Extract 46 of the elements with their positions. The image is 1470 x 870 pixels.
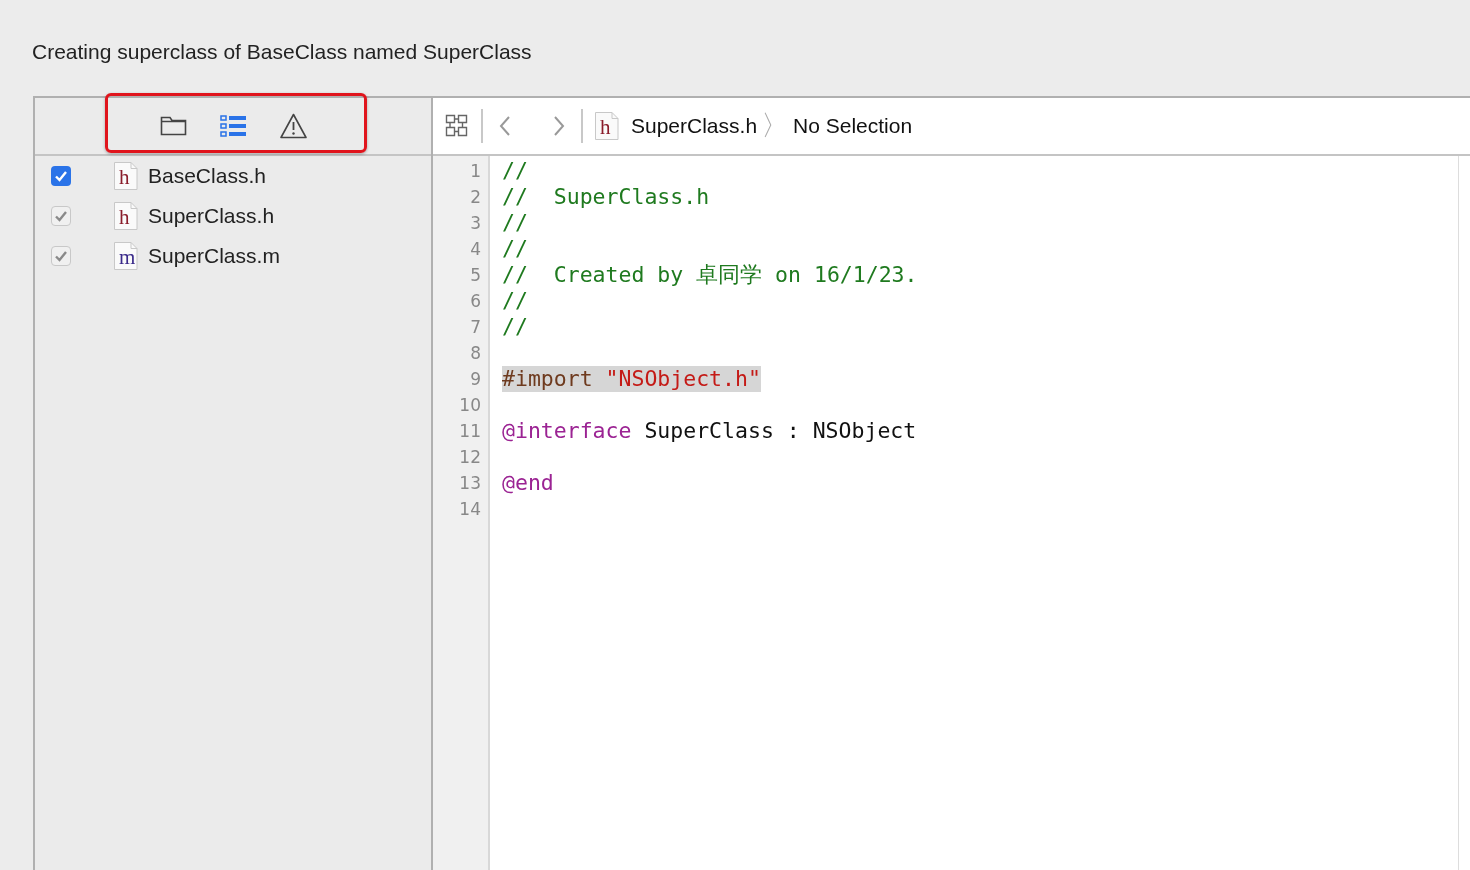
code-token: "NSObject.h": [605, 366, 761, 392]
line-number: 11: [458, 420, 482, 443]
line-number: 1: [469, 160, 482, 183]
checkbox[interactable]: [51, 166, 71, 186]
file-type-icon: h: [595, 112, 619, 140]
line-number: 13: [458, 472, 482, 495]
line-number: 10: [458, 394, 482, 417]
code-token: #import: [502, 366, 594, 392]
file-type-icon: h: [114, 162, 138, 190]
file-type-icon: m: [114, 242, 138, 270]
code-token: SuperClass : NSObject: [643, 418, 917, 444]
checkmark-icon: [54, 250, 68, 262]
line-number: 9: [469, 368, 482, 391]
code-token: // SuperClass.h: [502, 184, 710, 210]
line-number: 4: [469, 238, 482, 261]
code-token: //: [502, 288, 528, 314]
related-items-icon[interactable]: [445, 114, 469, 138]
file-type-icon: h: [114, 202, 138, 230]
code-token: //: [502, 236, 528, 262]
breadcrumb-separator: 〉: [761, 112, 790, 140]
line-number: 2: [469, 186, 482, 209]
file-name: SuperClass.h: [148, 204, 275, 228]
chevron-right-icon: [553, 115, 565, 137]
checkmark-icon: [54, 170, 68, 182]
window-title: Creating superclass of BaseClass named SuperClass: [32, 39, 532, 65]
code-token: //: [502, 158, 528, 184]
breadcrumb-symbol[interactable]: No Selection: [793, 114, 913, 138]
line-number: 14: [458, 498, 482, 521]
code-token: @interface: [502, 418, 632, 444]
code-token: //: [502, 314, 528, 340]
code-token: //: [502, 210, 528, 236]
line-number: 3: [469, 212, 482, 235]
checkmark-icon: [54, 210, 68, 222]
file-name: SuperClass.m: [148, 244, 280, 268]
warning-icon: [279, 113, 307, 139]
line-number: 8: [469, 342, 482, 365]
code-token: @end: [502, 470, 554, 496]
line-number: 5: [469, 264, 482, 287]
file-name: BaseClass.h: [148, 164, 266, 188]
chevron-left-icon: [499, 115, 511, 137]
line-number: 12: [458, 446, 482, 469]
list-icon: [219, 113, 247, 139]
code-token: // Created by 卓同学 on 16/1/23.: [502, 262, 918, 288]
line-number: 6: [469, 290, 482, 313]
line-number: 7: [469, 316, 482, 339]
breadcrumb-file[interactable]: SuperClass.h: [631, 114, 758, 138]
